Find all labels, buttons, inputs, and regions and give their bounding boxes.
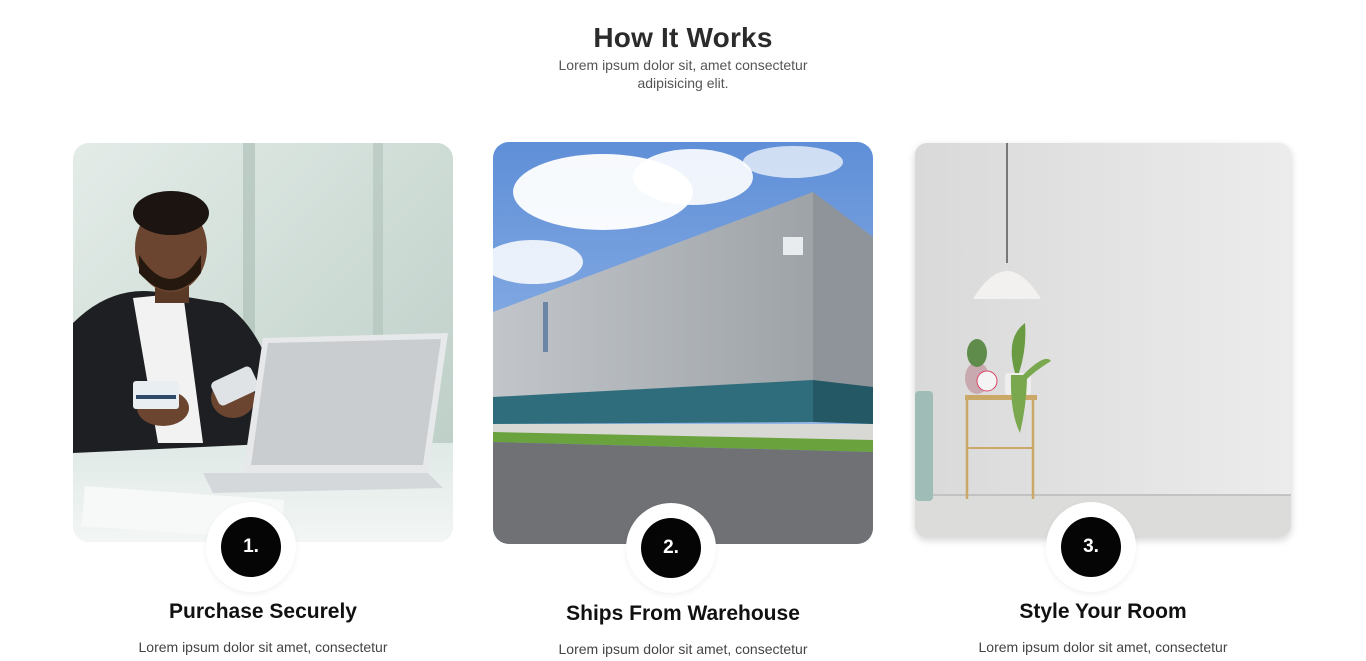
step-description: Lorem ipsum dolor sit amet, consectetur	[558, 641, 808, 657]
step-description: Lorem ipsum dolor sit amet, consectetur	[978, 639, 1228, 655]
step-badge-ring: 3.	[1046, 502, 1136, 592]
section-title: How It Works	[593, 22, 773, 53]
step-title: Ships From Warehouse	[566, 602, 800, 625]
step-number-badge: 3.	[1061, 517, 1121, 577]
step-number-badge: 2.	[641, 518, 701, 578]
purchase-photo	[73, 143, 453, 542]
section-subtitle: Lorem ipsum dolor sit, amet consectetur …	[558, 57, 808, 91]
warehouse-photo	[493, 142, 873, 544]
step-badge-ring: 2.	[626, 503, 716, 593]
step-title: Style Your Room	[1019, 600, 1187, 623]
step-description: Lorem ipsum dolor sit amet, consectetur	[138, 639, 388, 655]
step-number-badge: 1.	[221, 517, 281, 577]
room-photo	[915, 143, 1291, 537]
step-title: Purchase Securely	[169, 600, 357, 623]
step-badge-ring: 1.	[206, 502, 296, 592]
how-it-works-section: How It Works Lorem ipsum dolor sit, amet…	[0, 0, 1366, 661]
